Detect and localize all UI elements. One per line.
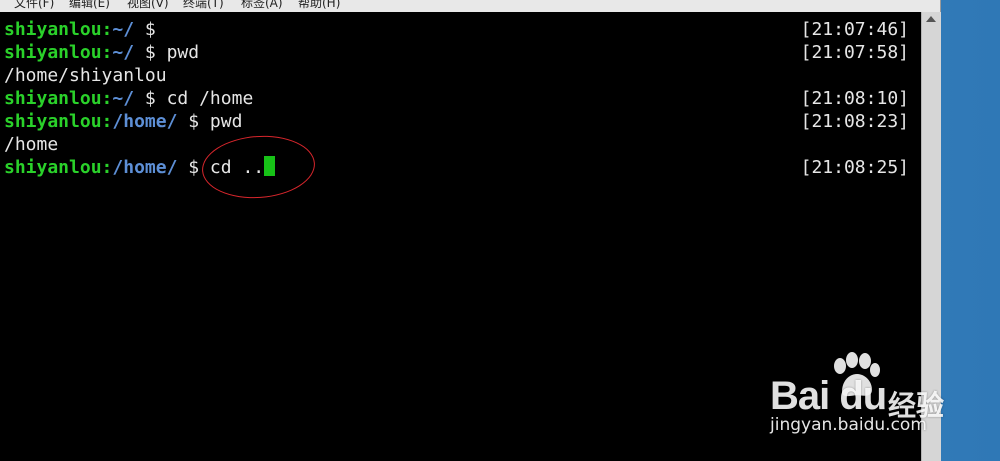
prompt-command: $ pwd (134, 42, 200, 63)
timestamp: [21:08:23] (800, 111, 909, 132)
prompt-separator: : (101, 111, 113, 132)
prompt-separator: : (101, 42, 113, 63)
menu-terminal[interactable]: 终端(T) (183, 0, 224, 11)
vertical-scrollbar[interactable] (921, 12, 941, 461)
prompt-line: shiyanlou:~/ $ (4, 18, 167, 41)
terminal-window[interactable]: 文件(F) 编辑(E) 视图(V) 终端(T) 标签(A) 帮助(H) shiy… (0, 0, 941, 461)
prompt-separator: : (101, 157, 113, 178)
prompt-user: shiyanlou (4, 157, 102, 178)
timestamp: [21:07:58] (800, 42, 909, 63)
prompt-separator: : (101, 88, 113, 109)
timestamp: [21:08:10] (800, 88, 909, 109)
prompt-path: /home/ (112, 157, 178, 178)
prompt-line-active: shiyanlou:/home/ $ cd .. (4, 156, 276, 179)
prompt-command: $ pwd (177, 111, 243, 132)
prompt-line: shiyanlou:~/ $ cd /home (4, 87, 253, 110)
prompt-user: shiyanlou (4, 88, 102, 109)
timestamp: [21:08:25] (800, 157, 909, 178)
terminal-output[interactable]: shiyanlou:~/ $ [21:07:46] shiyanlou:~/ $… (0, 12, 921, 461)
desktop-background: 文件(F) 编辑(E) 视图(V) 终端(T) 标签(A) 帮助(H) shiy… (0, 0, 1000, 461)
prompt-path: /home/ (112, 111, 178, 132)
menu-help[interactable]: 帮助(H) (298, 0, 340, 11)
timestamp: [21:07:46] (800, 19, 909, 40)
menu-view[interactable]: 视图(V) (127, 0, 169, 11)
prompt-path: ~/ (112, 19, 135, 40)
prompt-user: shiyanlou (4, 42, 102, 63)
output-line: /home (4, 134, 59, 155)
menu-bar: 文件(F) 编辑(E) 视图(V) 终端(T) 标签(A) 帮助(H) (0, 0, 940, 12)
prompt-path: ~/ (112, 42, 135, 63)
prompt-line: shiyanlou:/home/ $ pwd (4, 110, 242, 133)
prompt-separator: : (101, 19, 113, 40)
prompt-command: $ (134, 19, 167, 40)
prompt-line: shiyanlou:~/ $ pwd (4, 41, 199, 64)
prompt-user: shiyanlou (4, 19, 102, 40)
output-line: /home/shiyanlou (4, 65, 167, 86)
scroll-up-arrow-icon[interactable] (926, 16, 936, 22)
text-cursor (264, 156, 276, 176)
prompt-command: $ cd /home (134, 88, 254, 109)
menu-edit[interactable]: 编辑(E) (69, 0, 110, 11)
prompt-user: shiyanlou (4, 111, 102, 132)
menu-file[interactable]: 文件(F) (14, 0, 54, 11)
prompt-path: ~/ (112, 88, 135, 109)
menu-tabs[interactable]: 标签(A) (241, 0, 283, 11)
prompt-command: $ cd .. (177, 157, 265, 178)
